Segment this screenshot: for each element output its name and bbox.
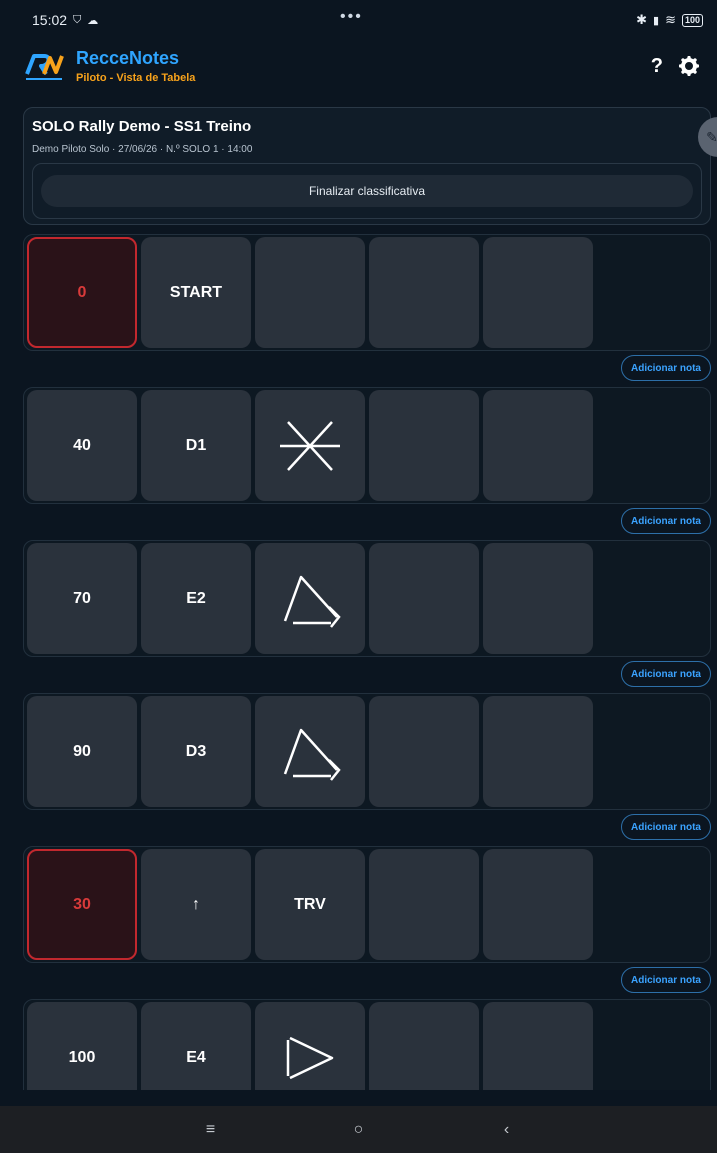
status-time: 15:02 xyxy=(32,12,68,28)
home-icon[interactable]: ○ xyxy=(344,1121,374,1139)
note-block: 0 START Adicionar nota xyxy=(23,234,711,387)
note-cell-3[interactable] xyxy=(255,543,365,654)
note-cell-2[interactable]: E2 xyxy=(141,543,251,654)
distance-cell[interactable]: 40 xyxy=(27,390,137,501)
add-note-button[interactable]: Adicionar nota xyxy=(620,508,711,534)
app-subtitle: Piloto - Vista de Tabela xyxy=(76,72,196,84)
finish-container: Finalizar classificativa xyxy=(32,163,702,219)
stage-card: SOLO Rally Demo - SS1 Treino Demo Piloto… xyxy=(23,107,711,225)
distance-cell[interactable]: 90 xyxy=(27,696,137,807)
note-cell-4[interactable] xyxy=(369,390,479,501)
add-note-button[interactable]: Adicionar nota xyxy=(620,814,711,840)
note-cell-3[interactable]: TRV xyxy=(255,849,365,960)
app-header: RecceNotes Piloto - Vista de Tabela ? xyxy=(0,42,717,90)
note-cell-2[interactable]: D1 xyxy=(141,390,251,501)
finish-stage-button[interactable]: Finalizar classificativa xyxy=(41,175,693,207)
note-cell-4[interactable] xyxy=(369,237,479,348)
shield-icon: ⛉ xyxy=(73,13,82,26)
app-title: RecceNotes xyxy=(76,48,180,68)
note-row: 0 START xyxy=(23,234,711,351)
signal-icon: ▮ xyxy=(653,14,660,27)
status-left: 15:02 ⛉ ☁ xyxy=(32,12,98,28)
header-texts: RecceNotes Piloto - Vista de Tabela xyxy=(76,47,195,85)
add-note-button[interactable]: Adicionar nota xyxy=(620,967,711,993)
bluetooth-icon: ✱ xyxy=(636,12,647,27)
note-cell-5[interactable] xyxy=(483,849,593,960)
note-cell-3[interactable] xyxy=(255,696,365,807)
app-logo xyxy=(24,48,66,84)
note-cell-2[interactable]: ↑ xyxy=(141,849,251,960)
hairpin-right-icon xyxy=(283,728,341,781)
note-cell-4[interactable] xyxy=(369,543,479,654)
note-row: 90 D3 xyxy=(23,693,711,810)
help-button[interactable]: ? xyxy=(651,55,663,78)
header-actions: ? xyxy=(651,55,700,78)
note-cell-2[interactable]: D3 xyxy=(141,696,251,807)
cloud-icon: ☁ xyxy=(87,14,99,27)
open-right-icon xyxy=(286,1036,334,1079)
back-icon[interactable]: ‹ xyxy=(492,1121,522,1139)
note-cell-3[interactable] xyxy=(255,237,365,348)
note-block: 40 D1 Adicionar nota xyxy=(23,387,711,540)
note-row: 30 ↑ TRV xyxy=(23,846,711,963)
note-row: 70 E2 xyxy=(23,540,711,657)
add-note-button[interactable]: Adicionar nota xyxy=(620,355,711,381)
hairpin-right-icon xyxy=(283,575,341,628)
stage-title: SOLO Rally Demo - SS1 Treino xyxy=(32,118,252,135)
menu-icon[interactable]: ≡ xyxy=(196,1121,226,1139)
note-cell-4[interactable] xyxy=(369,696,479,807)
wifi-icon: ≋ xyxy=(665,12,676,27)
pencil-icon: ✎ xyxy=(706,128,717,145)
note-cell-5[interactable] xyxy=(483,543,593,654)
notes-list: 0 START Adicionar nota 40 D1 Adicionar n… xyxy=(23,234,711,1152)
battery-indicator: 100 xyxy=(681,13,703,27)
distance-cell[interactable]: 30 xyxy=(27,849,137,960)
system-nav-bar: ≡ ○ ‹ xyxy=(0,1106,717,1153)
note-cell-5[interactable] xyxy=(483,237,593,348)
status-dots: ••• xyxy=(340,8,363,25)
add-note-button[interactable]: Adicionar nota xyxy=(620,661,711,687)
note-cell-5[interactable] xyxy=(483,390,593,501)
cross-icon xyxy=(280,420,340,471)
note-row: 40 D1 xyxy=(23,387,711,504)
content-bottom-edge xyxy=(0,1090,717,1106)
stage-meta: Demo Piloto Solo · 27/06/26 · N.º SOLO 1… xyxy=(32,144,253,155)
note-block: 90 D3 Adicionar nota xyxy=(23,693,711,846)
note-cell-5[interactable] xyxy=(483,696,593,807)
note-block: 30 ↑ TRV Adicionar nota xyxy=(23,846,711,999)
note-cell-2[interactable]: START xyxy=(141,237,251,348)
note-block: 70 E2 Adicionar nota xyxy=(23,540,711,693)
distance-cell[interactable]: 70 xyxy=(27,543,137,654)
gear-icon[interactable] xyxy=(678,55,700,77)
status-right: ✱ ▮ ≋ 100 xyxy=(636,12,703,28)
note-cell-3[interactable] xyxy=(255,390,365,501)
note-cell-4[interactable] xyxy=(369,849,479,960)
distance-cell[interactable]: 0 xyxy=(27,237,137,348)
